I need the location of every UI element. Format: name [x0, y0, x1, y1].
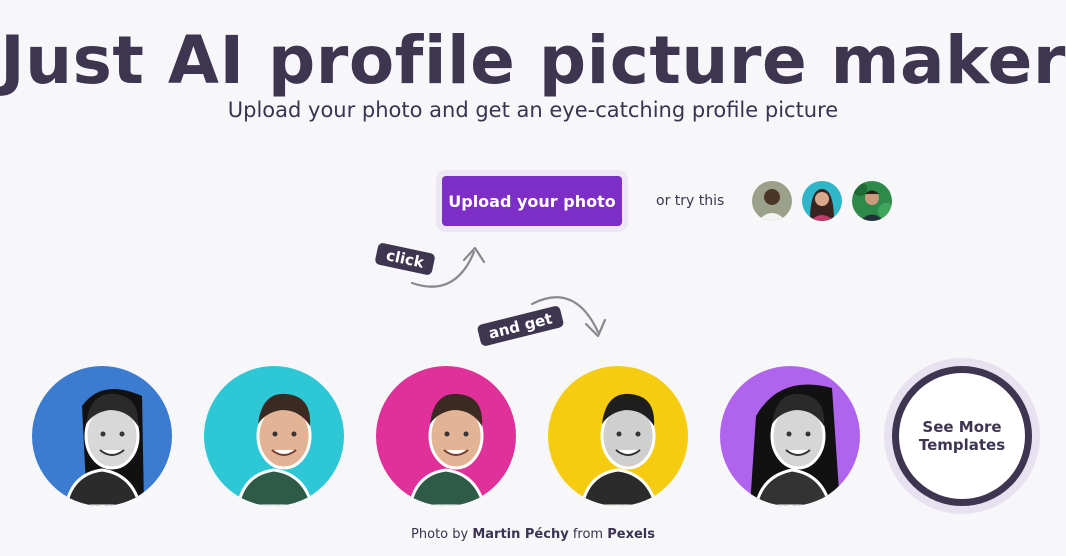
see-more-line-1: See More: [922, 418, 1002, 436]
see-more-label: See More Templates: [892, 366, 1032, 506]
credit-middle: from: [568, 527, 608, 542]
see-more-templates-button[interactable]: See More Templates: [884, 358, 1040, 514]
portrait-preview-icon: [720, 366, 860, 506]
portrait-preview-icon: [204, 366, 344, 506]
template-blue[interactable]: [32, 366, 172, 506]
curved-arrow-up-icon: [410, 250, 476, 288]
template-yellow[interactable]: [548, 366, 688, 506]
portrait-preview-icon: [548, 366, 688, 506]
see-more-line-2: Templates: [918, 436, 1006, 454]
portrait-preview-icon: [376, 366, 516, 506]
template-cyan[interactable]: [204, 366, 344, 506]
credit-author: Martin Péchy: [472, 527, 569, 542]
template-magenta[interactable]: [376, 366, 516, 506]
credit-source: Pexels: [607, 527, 655, 542]
photo-credit: Photo by Martin Péchy from Pexels: [0, 527, 1066, 542]
template-purple[interactable]: [720, 366, 860, 506]
credit-prefix: Photo by: [411, 527, 473, 542]
portrait-preview-icon: [32, 366, 172, 506]
